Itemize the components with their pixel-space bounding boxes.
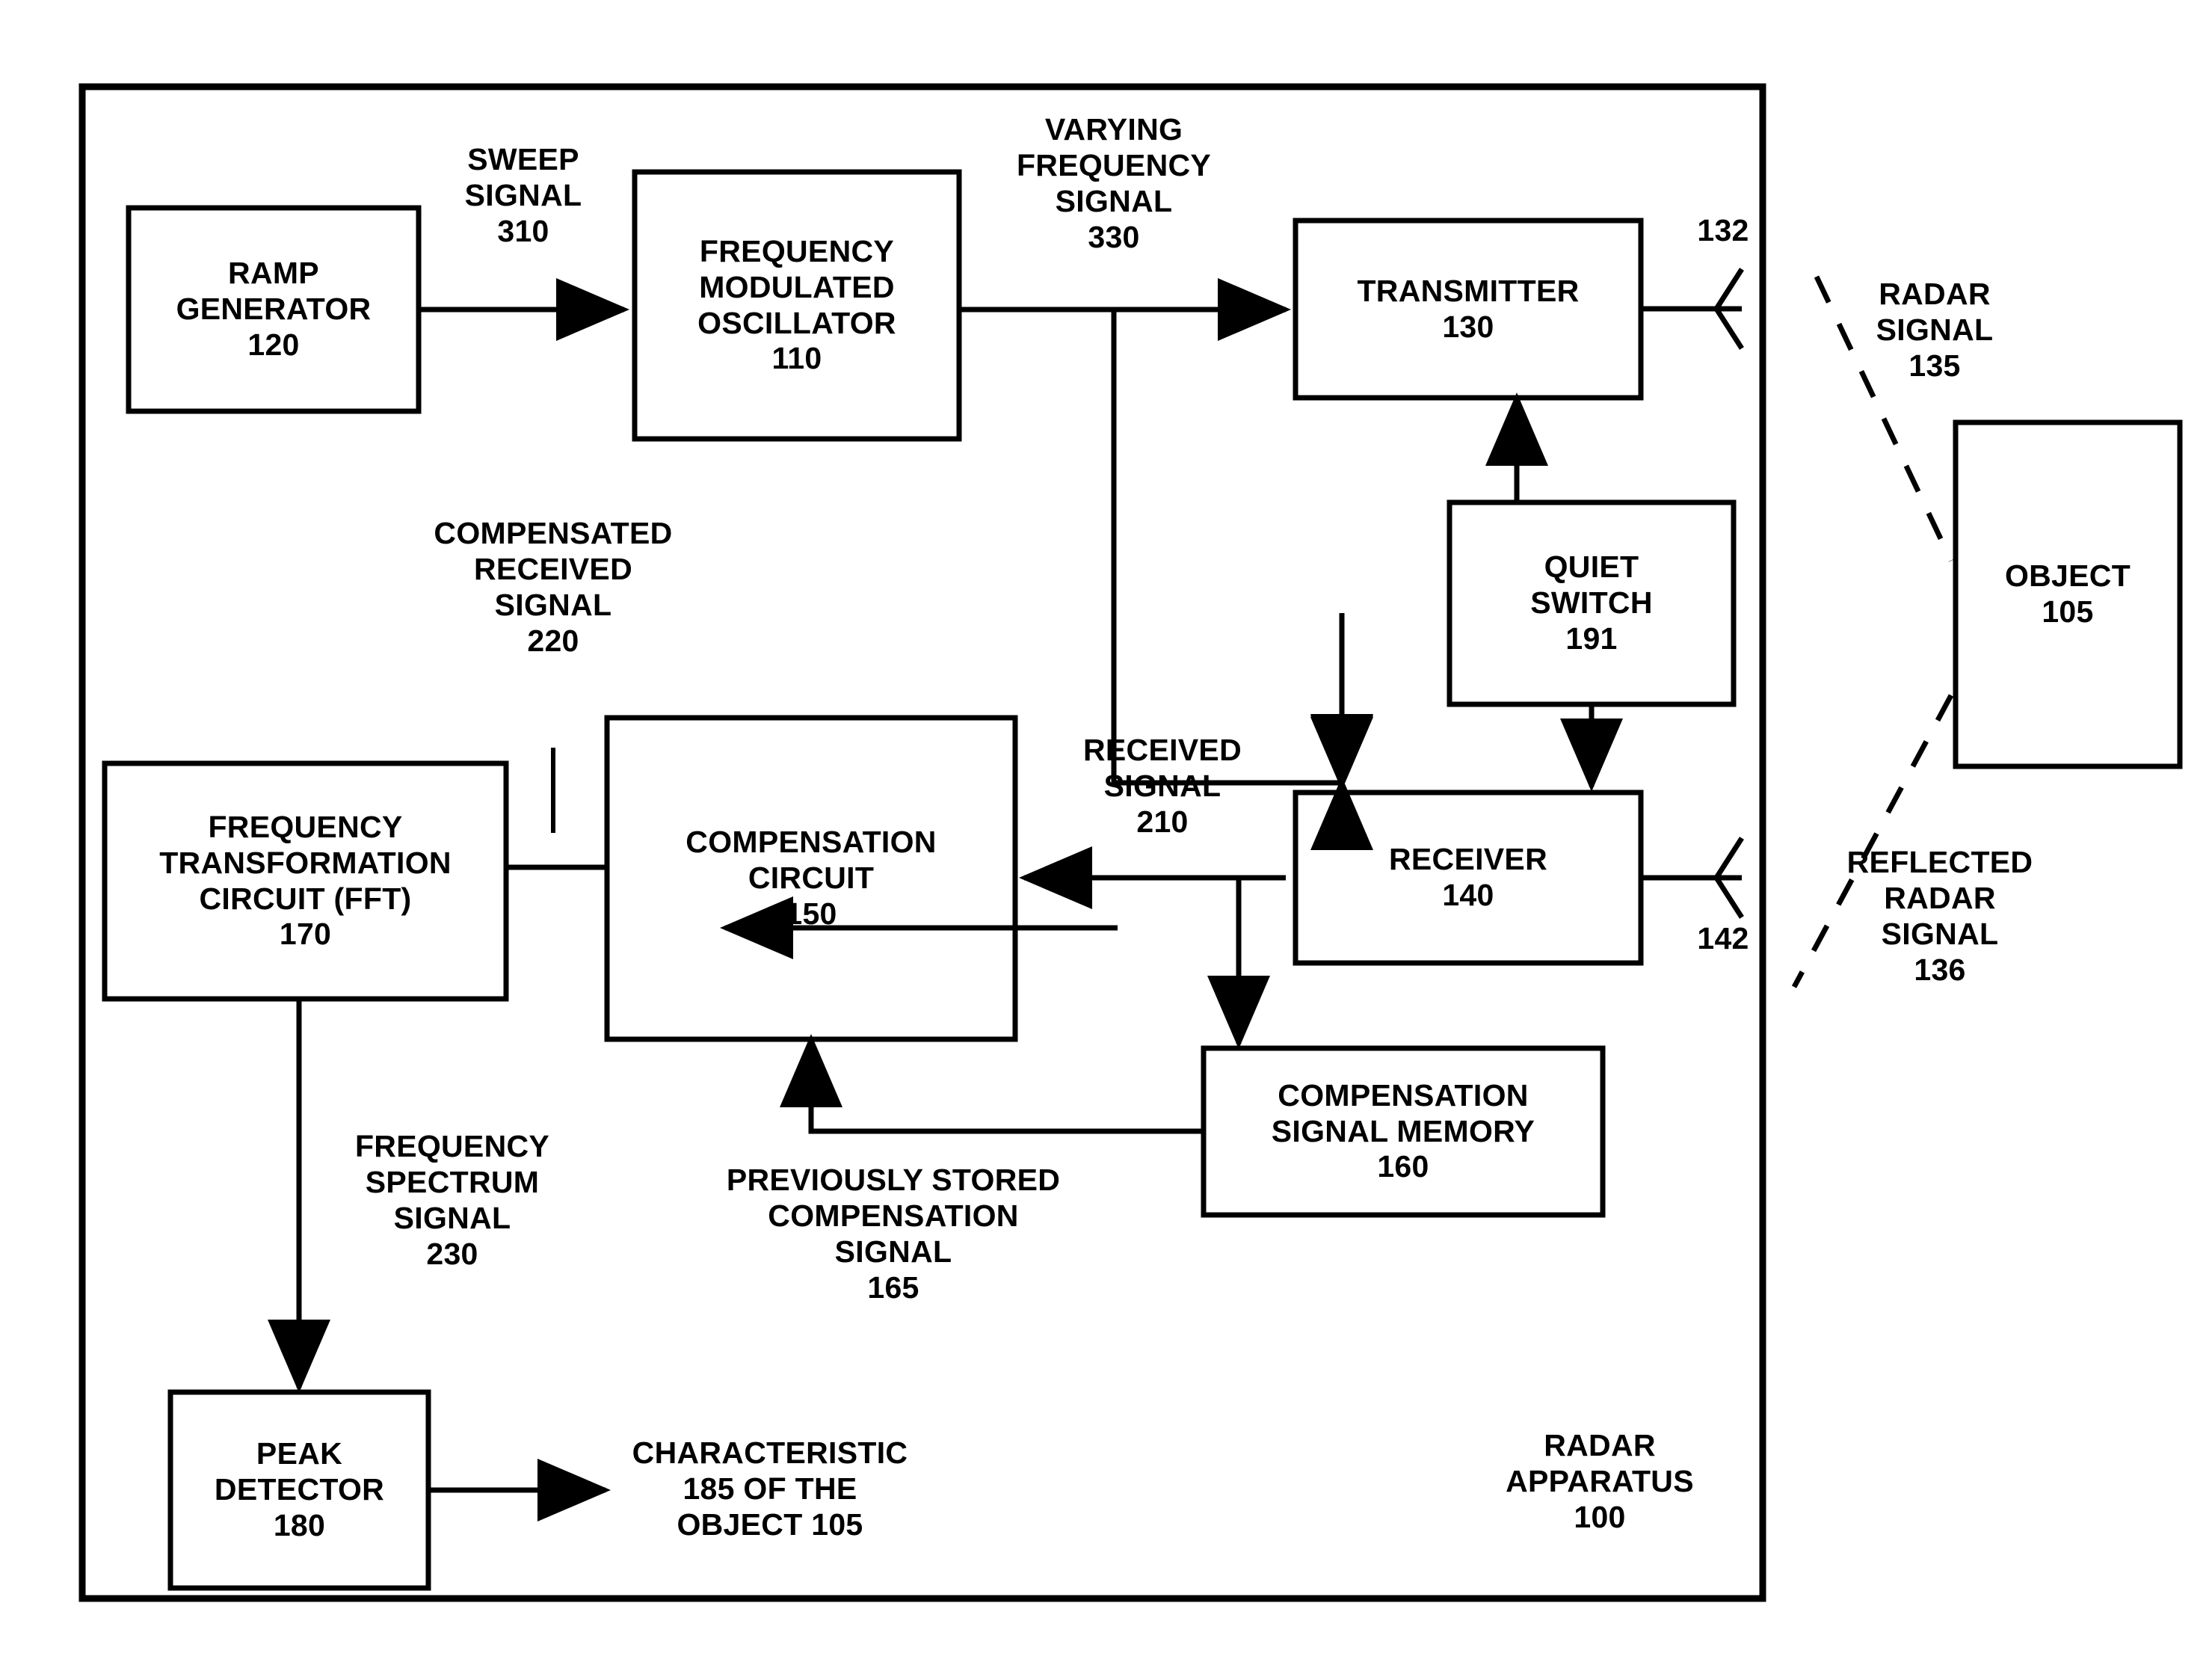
transmitter-label: TRANSMITTER 130	[1357, 273, 1580, 344]
object-label: OBJECT 105	[2004, 559, 2131, 629]
fft-circuit-label: FREQUENCY TRANSFORMATION CIRCUIT (FFT) 1…	[159, 809, 452, 952]
radar-block-diagram: RAMP GENERATOR 120 FREQUENCY MODULATED O…	[0, 0, 2212, 1677]
varying-frequency-signal-label: VARYING FREQUENCY SIGNAL 330	[1016, 112, 1212, 254]
compensation-circuit-label: COMPENSATION CIRCUIT 150	[686, 825, 937, 931]
previously-stored-compensation-signal-label: PREVIOUSLY STORED COMPENSATION SIGNAL 16…	[726, 1163, 1061, 1305]
ramp-generator-label: RAMP GENERATOR 120	[176, 256, 372, 362]
frequency-spectrum-signal-label: FREQUENCY SPECTRUM SIGNAL 230	[354, 1129, 550, 1271]
transmit-antenna-ref-label: 132	[1697, 213, 1749, 247]
quiet-switch-label: QUIET SWITCH 191	[1530, 550, 1653, 656]
fm-oscillator-label: FREQUENCY MODULATED OSCILLATOR 110	[697, 233, 896, 376]
radar-signal-label: RADAR SIGNAL 135	[1876, 277, 1994, 383]
receiver-label: RECEIVER 140	[1388, 842, 1547, 912]
received-signal-label: RECEIVED SIGNAL 210	[1082, 733, 1242, 839]
sweep-signal-label: SWEEP SIGNAL 310	[464, 142, 582, 248]
receive-antenna-icon	[1641, 837, 1744, 919]
peak-detector-label: PEAK DETECTOR 180	[214, 1436, 385, 1542]
compensated-received-signal-label: COMPENSATED RECEIVED SIGNAL 220	[434, 516, 673, 658]
transmit-antenna-icon	[1641, 268, 1744, 350]
reflected-radar-signal-label: REFLECTED RADAR SIGNAL 136	[1846, 845, 2033, 987]
wire-memory-feedback-path	[808, 1077, 1204, 1134]
radar-apparatus-label: RADAR APPARATUS 100	[1506, 1428, 1694, 1534]
compensation-signal-memory-label: COMPENSATION SIGNAL MEMORY 160	[1271, 1077, 1535, 1184]
receive-antenna-ref-label: 142	[1697, 921, 1749, 956]
characteristic-output-label: CHARACTERISTIC 185 OF THE OBJECT 105	[632, 1436, 908, 1542]
